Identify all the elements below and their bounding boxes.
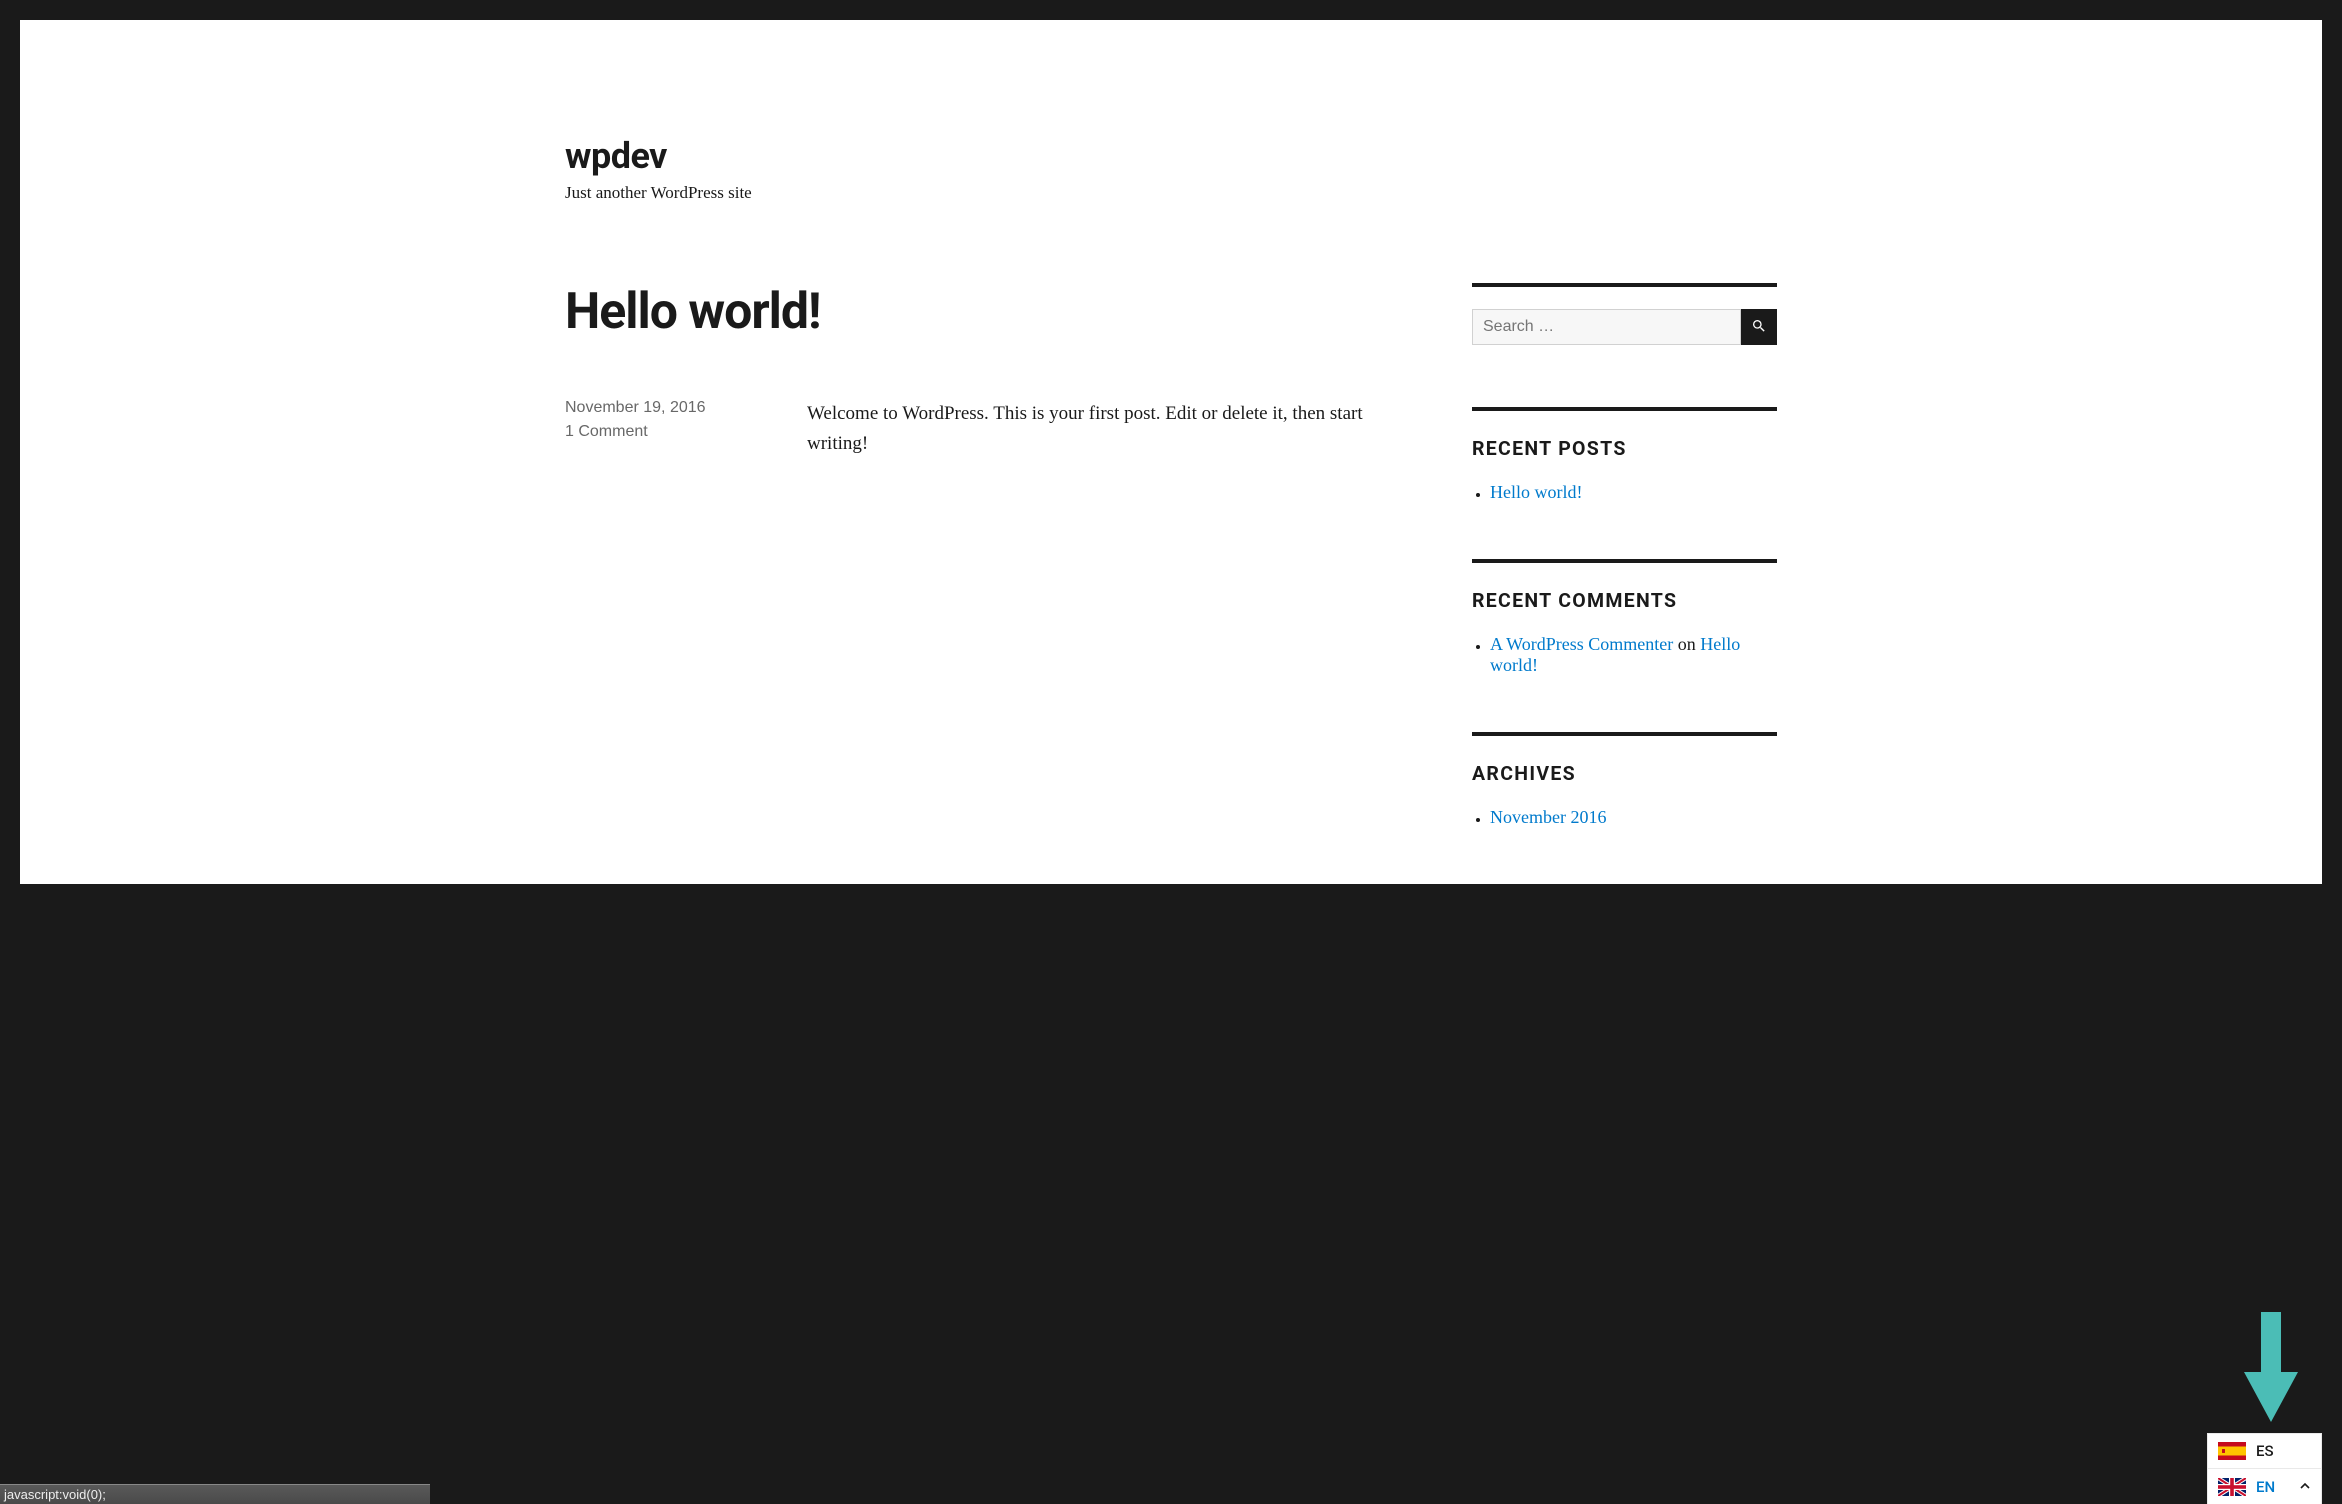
recent-posts-widget: RECENT POSTS Hello world! [1472,407,1777,503]
language-current-en[interactable]: EN [2208,1468,2321,1504]
comment-author-link[interactable]: A WordPress Commenter [1490,634,1673,654]
list-item: November 2016 [1490,807,1777,828]
archive-link[interactable]: November 2016 [1490,807,1606,827]
list-item: Hello world! [1490,482,1777,503]
search-button[interactable] [1741,309,1777,345]
post-content: Welcome to WordPress. This is your first… [807,399,1402,460]
recent-comments-widget: RECENT COMMENTS A WordPress Commenter on… [1472,559,1777,676]
search-widget [1472,283,1777,345]
sidebar: RECENT POSTS Hello world! RECENT COMMENT… [1472,283,1777,884]
list-item: A WordPress Commenter on Hello world! [1490,634,1777,676]
post-meta: November 19, 2016 1 Comment [565,399,753,460]
annotation-arrow-icon [2244,1312,2298,1426]
widget-title: RECENT COMMENTS [1472,589,1777,612]
site-tagline: Just another WordPress site [565,183,1777,203]
search-icon [1751,318,1767,337]
browser-statusbar: javascript:void(0); [0,1484,430,1504]
comment-on-text: on [1673,634,1700,654]
language-option-es[interactable]: ES [2208,1434,2321,1468]
post: Hello world! November 19, 2016 1 Comment… [565,283,1402,460]
site-title[interactable]: wpdev [565,135,1777,177]
main-content: Hello world! November 19, 2016 1 Comment… [565,283,1402,884]
language-code: EN [2256,1478,2287,1496]
flag-gb-icon [2218,1478,2246,1496]
post-title[interactable]: Hello world! [565,283,1402,341]
language-switcher[interactable]: ES EN [2207,1433,2322,1504]
post-comments-link[interactable]: 1 Comment [565,423,753,441]
chevron-up-icon [2299,1477,2311,1496]
post-date[interactable]: November 19, 2016 [565,399,753,417]
widget-title: ARCHIVES [1472,762,1777,785]
recent-post-link[interactable]: Hello world! [1490,482,1582,502]
site-header: wpdev Just another WordPress site [565,20,1777,283]
archives-widget: ARCHIVES November 2016 [1472,732,1777,828]
widget-title: RECENT POSTS [1472,437,1777,460]
search-input[interactable] [1472,309,1741,345]
language-code: ES [2256,1442,2311,1460]
flag-es-icon [2218,1442,2246,1460]
